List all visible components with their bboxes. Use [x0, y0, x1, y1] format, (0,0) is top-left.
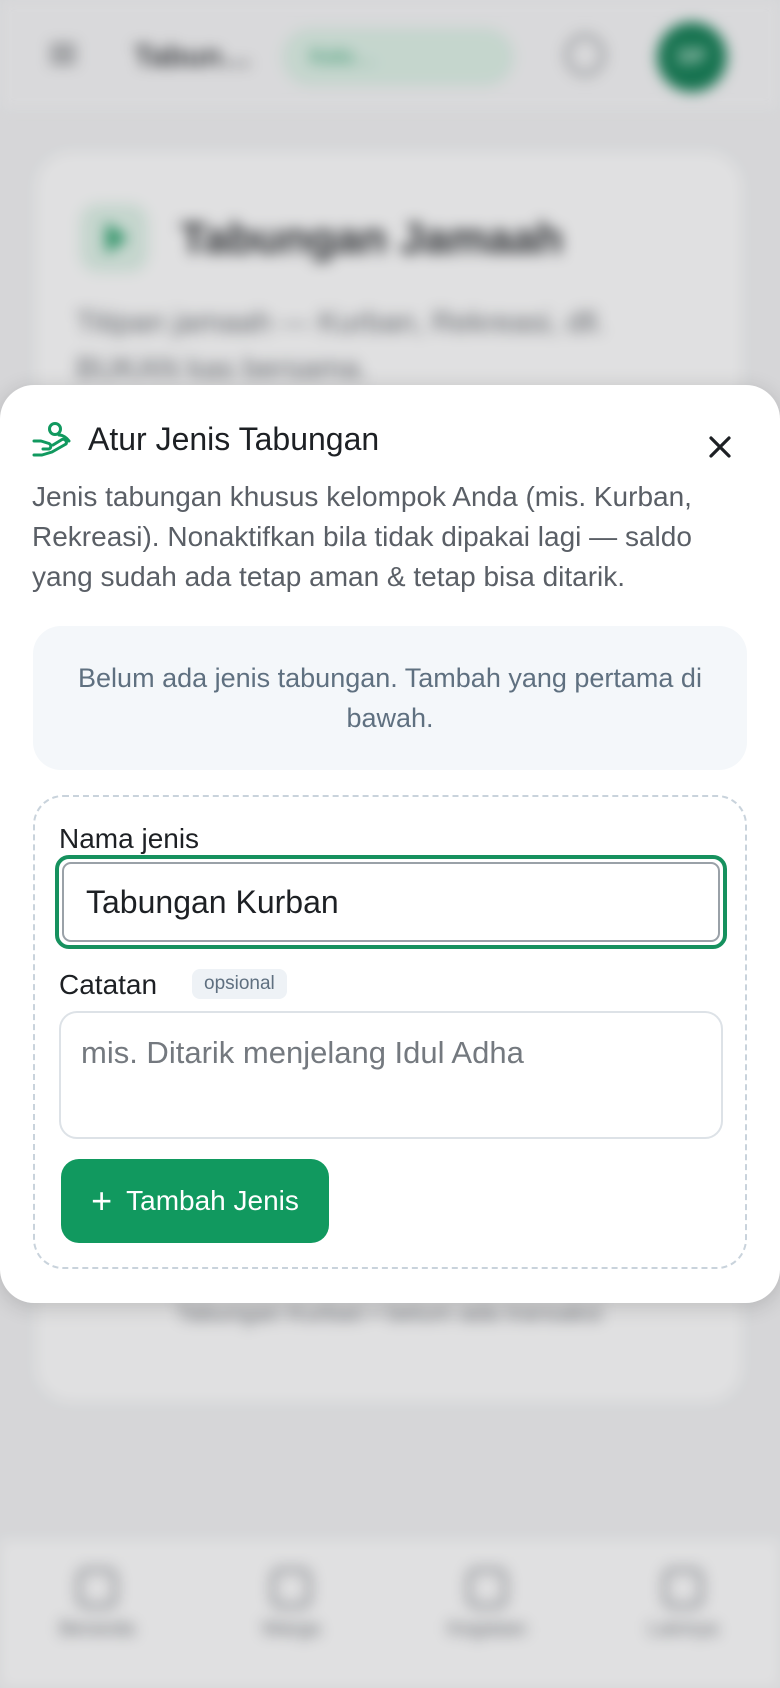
dialog-title: Atur Jenis Tabungan [88, 421, 380, 457]
add-type-button[interactable]: + Tambah Jenis [61, 1159, 329, 1243]
name-input[interactable] [62, 862, 720, 942]
add-type-button-label: Tambah Jenis [126, 1185, 299, 1216]
manage-savings-types-dialog: Atur Jenis Tabungan Jenis tabungan khusu… [0, 385, 780, 1303]
close-button[interactable] [700, 427, 740, 467]
note-textarea[interactable] [59, 1011, 723, 1139]
optional-badge: opsional [192, 969, 287, 999]
add-savings-type-form: Nama jenis Catatan opsional + Tambah Jen… [33, 795, 747, 1269]
name-field-label: Nama jenis [59, 823, 200, 854]
note-field-label: Catatan [59, 969, 158, 1000]
name-field-focus-ring [55, 855, 727, 949]
close-icon [709, 436, 731, 458]
dialog-description: Jenis tabungan khusus kelompok Anda (mis… [32, 481, 692, 592]
hand-coins-icon [30, 419, 72, 461]
plus-icon: + [91, 1180, 113, 1221]
empty-state-message: Belum ada jenis tabungan. Tambah yang pe… [33, 626, 747, 770]
